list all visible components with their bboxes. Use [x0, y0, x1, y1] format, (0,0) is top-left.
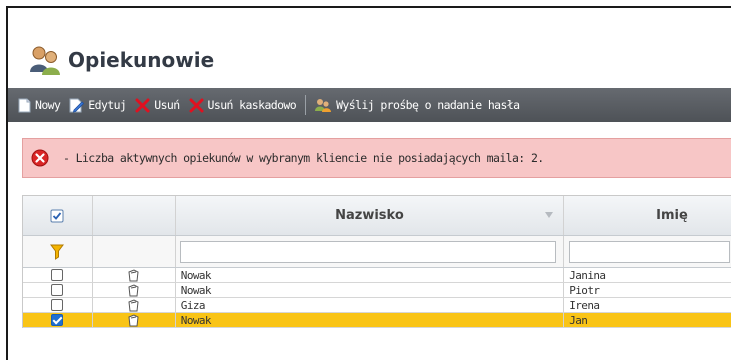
column-header-surname[interactable]: Nazwisko	[176, 196, 565, 235]
new-document-icon	[18, 98, 31, 112]
row-checkbox[interactable]	[51, 299, 64, 311]
new-button-label: Nowy	[35, 98, 61, 112]
row-surname: Giza	[176, 298, 565, 312]
row-name: Piotr	[564, 283, 731, 297]
row-edit-cell[interactable]	[93, 298, 176, 312]
users-icon	[30, 46, 60, 75]
new-button[interactable]: Nowy	[18, 98, 61, 113]
select-all-checkbox-icon	[50, 209, 64, 222]
filter-surname-input[interactable]	[179, 240, 557, 263]
cascade-delete-button[interactable]: Usuń kaskadowo	[189, 98, 297, 113]
row-checkbox-cell[interactable]	[23, 283, 93, 297]
filter-funnel-icon	[50, 244, 65, 260]
toolbar-separator	[305, 95, 307, 115]
row-checkbox-cell[interactable]	[23, 313, 93, 327]
cascade-delete-button-label: Usuń kaskadowo	[207, 98, 297, 112]
page-title: Opiekunowie	[68, 48, 215, 72]
delete-button[interactable]: Usuń	[135, 98, 180, 113]
cascade-delete-x-icon	[189, 98, 204, 112]
filter-edit-cell	[93, 236, 176, 267]
row-name: Jan	[564, 313, 731, 327]
column-header-name[interactable]: Imię	[564, 196, 731, 235]
edit-icon	[69, 98, 85, 113]
edit-button-label: Edytuj	[88, 98, 127, 112]
row-checkbox-cell[interactable]	[23, 268, 93, 282]
select-all-header[interactable]	[23, 196, 93, 235]
toolbar: Nowy Edytuj Usuń Usuń kaskadowo Wyślij p…	[8, 88, 731, 122]
row-surname: Nowak	[176, 283, 565, 297]
edit-button[interactable]: Edytuj	[69, 98, 127, 113]
page-header: Opiekunowie	[8, 8, 731, 86]
window-frame: Opiekunowie Nowy Edytuj Usuń Usuń kaskad…	[6, 6, 731, 360]
table-row[interactable]: Nowak Janina	[23, 268, 731, 283]
send-password-request-button[interactable]: Wyślij prośbę o nadanie hasła	[314, 98, 520, 113]
delete-x-icon	[135, 98, 150, 112]
edit-document-icon[interactable]	[128, 313, 139, 327]
edit-document-icon[interactable]	[128, 283, 139, 297]
row-name: Janina	[564, 268, 731, 282]
row-checkbox[interactable]	[51, 284, 64, 296]
users-mail-icon	[315, 98, 332, 112]
row-surname: Nowak	[176, 268, 565, 282]
delete-button-label: Usuń	[154, 98, 180, 112]
row-surname: Nowak	[176, 313, 565, 327]
row-edit-cell[interactable]	[93, 313, 176, 327]
row-checkbox[interactable]	[51, 269, 64, 281]
row-checkbox-cell[interactable]	[23, 298, 93, 312]
guardians-grid: Nazwisko Imię Nowak Janina Nowak Piotr G…	[22, 195, 731, 328]
filter-surname-cell	[176, 236, 565, 267]
row-checkbox-checked[interactable]	[51, 314, 64, 326]
error-alert: - Liczba aktywnych opiekunów w wybranym …	[22, 138, 731, 178]
grid-header-row: Nazwisko Imię	[23, 196, 731, 236]
edit-column-header	[93, 196, 176, 235]
column-header-name-label: Imię	[656, 208, 688, 223]
row-edit-cell[interactable]	[93, 268, 176, 282]
row-name: Irena	[564, 298, 731, 312]
error-icon	[31, 149, 49, 167]
edit-document-icon[interactable]	[128, 298, 139, 312]
edit-document-icon[interactable]	[128, 268, 139, 282]
sort-arrow-icon	[545, 212, 554, 218]
grid-filter-row	[23, 236, 731, 268]
column-header-surname-label: Nazwisko	[335, 208, 404, 223]
table-row-selected[interactable]: Nowak Jan	[23, 313, 731, 328]
send-password-request-label: Wyślij prośbę o nadanie hasła	[336, 98, 520, 112]
alert-message: - Liczba aktywnych opiekunów w wybranym …	[63, 151, 544, 165]
table-row[interactable]: Giza Irena	[23, 298, 731, 313]
filter-name-input[interactable]	[569, 240, 731, 263]
filter-name-cell	[564, 236, 731, 267]
table-row[interactable]: Nowak Piotr	[23, 283, 731, 298]
row-edit-cell[interactable]	[93, 283, 176, 297]
filter-toggle-cell[interactable]	[23, 236, 93, 267]
